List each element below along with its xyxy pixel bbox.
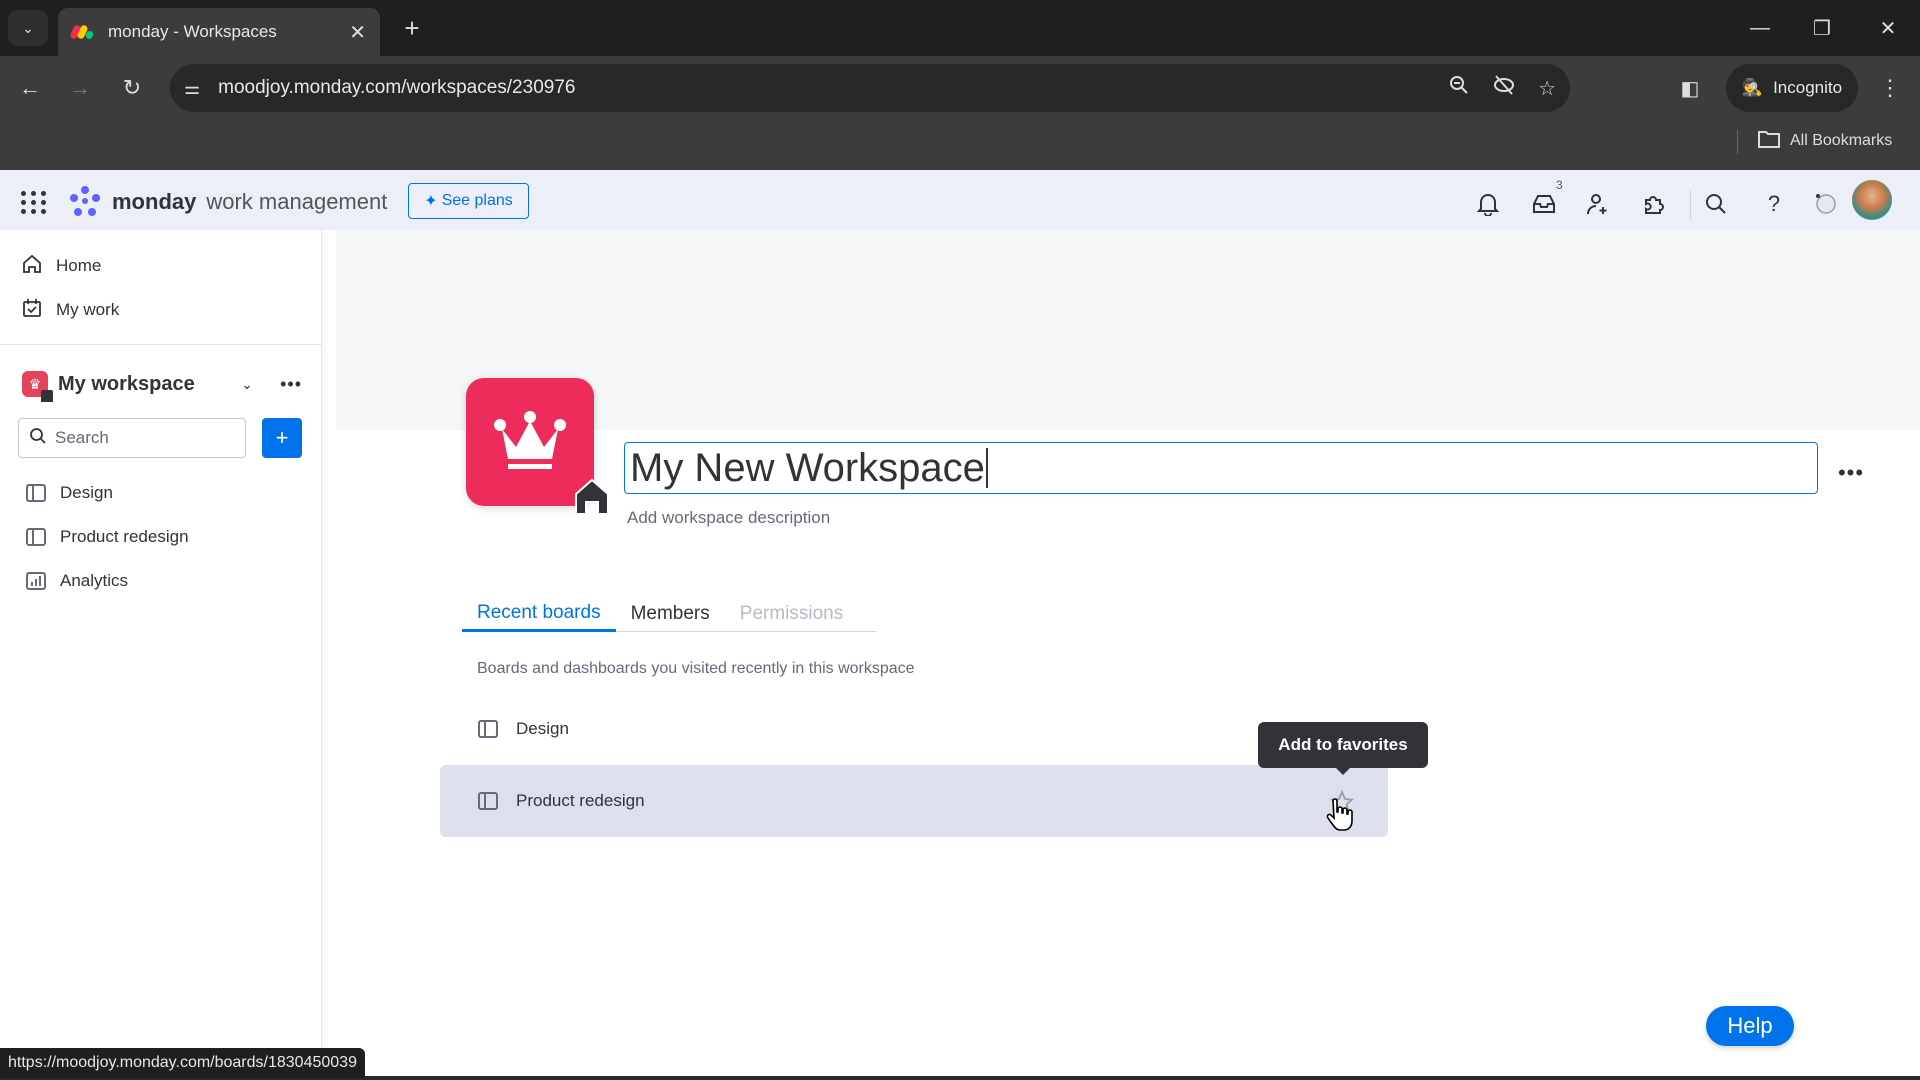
apps-grid-icon[interactable] <box>20 188 48 216</box>
add-item-button[interactable]: + <box>262 418 302 458</box>
sidebar-item-home[interactable]: Home <box>22 248 101 284</box>
zoom-icon[interactable] <box>1448 74 1470 102</box>
help-button[interactable]: Help <box>1706 1006 1794 1046</box>
more-options-icon[interactable]: ••• <box>1836 458 1866 488</box>
search-icon <box>29 427 47 450</box>
reload-icon[interactable]: ↻ <box>114 70 150 106</box>
puzzle-icon[interactable] <box>1636 186 1672 222</box>
workspace-description-input[interactable]: Add workspace description <box>627 508 830 528</box>
close-icon[interactable]: ✕ <box>349 20 366 45</box>
url-text[interactable]: moodjoy.monday.com/workspaces/230976 <box>218 77 1426 99</box>
tab-members[interactable]: Members <box>616 596 725 632</box>
link-status-bubble: https://moodjoy.monday.com/boards/183045… <box>0 1048 365 1078</box>
window-close-icon[interactable]: ✕ <box>1868 10 1908 46</box>
ai-icon[interactable] <box>1808 186 1844 222</box>
workspace-icon: ♛ <box>22 371 53 402</box>
minimize-icon[interactable]: — <box>1740 10 1780 46</box>
sidebar-item-label: My work <box>56 300 120 319</box>
avatar[interactable] <box>1852 180 1892 220</box>
workspace-title-input[interactable]: My New Workspace <box>624 442 1818 494</box>
board-icon <box>26 528 46 546</box>
kebab-menu-icon[interactable]: ⋮ <box>1878 70 1902 106</box>
favorites-tooltip: Add to favorites <box>1258 722 1428 775</box>
board-icon <box>26 484 46 502</box>
board-name: Design <box>516 719 569 738</box>
all-bookmarks-label: All Bookmarks <box>1790 132 1893 149</box>
search-icon[interactable] <box>1698 186 1734 222</box>
see-plans-button[interactable]: ✦ See plans <box>408 183 529 219</box>
board-icon <box>478 792 498 810</box>
sidebar-search-input[interactable]: Search <box>18 418 246 458</box>
more-options-icon[interactable]: ••• <box>262 374 302 395</box>
sparkle-icon: ✦ <box>424 193 438 210</box>
home-badge-icon <box>41 390 53 402</box>
all-bookmarks-button[interactable]: All Bookmarks <box>1758 126 1892 156</box>
tab-permissions[interactable]: Permissions <box>725 596 858 632</box>
monday-logo[interactable]: monday work management <box>68 182 387 222</box>
incognito-icon: 🕵 <box>1741 78 1764 97</box>
browser-tab[interactable]: monday - Workspaces ✕ <box>58 8 380 56</box>
product-name: work management <box>206 189 388 214</box>
brand-name: monday <box>112 189 197 214</box>
workspace-selector[interactable]: ♛ My workspace ⌄ ••• <box>22 366 302 402</box>
sidebar-item-my-work[interactable]: My work <box>22 292 119 328</box>
side-panel-icon[interactable]: ◧ <box>1676 74 1704 102</box>
home-icon <box>22 254 42 279</box>
recent-board-row[interactable]: Design <box>440 693 1388 765</box>
sidebar-item-label: Analytics <box>60 571 129 590</box>
board-name: Product redesign <box>516 791 645 810</box>
dashboard-icon <box>26 572 46 590</box>
recent-board-row[interactable]: Product redesign <box>440 765 1388 837</box>
sidebar-item-label: Design <box>60 483 113 502</box>
monday-logo-icon <box>70 186 100 216</box>
back-icon[interactable]: ← <box>12 70 48 106</box>
sidebar-item-design[interactable]: Design <box>26 475 113 511</box>
bookmarks-divider <box>1737 130 1738 154</box>
text-caret <box>985 448 988 488</box>
help-icon[interactable]: ? <box>1756 186 1792 222</box>
incognito-indicator[interactable]: 🕵 Incognito <box>1726 64 1858 112</box>
sidebar-item-product-redesign[interactable]: Product redesign <box>26 519 189 555</box>
address-bar[interactable]: ⚌ moodjoy.monday.com/workspaces/230976 ☆ <box>170 64 1570 112</box>
crown-icon <box>494 411 566 469</box>
board-icon <box>478 720 498 738</box>
search-placeholder: Search <box>55 428 109 447</box>
see-plans-label: See plans <box>441 192 513 209</box>
inbox-badge: 3 <box>1556 178 1563 192</box>
tab-description: Boards and dashboards you visited recent… <box>477 660 915 677</box>
incognito-label: Incognito <box>1773 78 1843 97</box>
plus-icon[interactable]: + <box>396 12 428 44</box>
bookmark-star-icon[interactable]: ☆ <box>1538 76 1556 101</box>
restore-icon[interactable]: ❐ <box>1802 10 1842 46</box>
tab-search-icon[interactable]: ⌄ <box>8 10 48 46</box>
bookmarks-bar <box>0 120 1920 170</box>
hand-cursor-icon <box>1324 798 1354 834</box>
invite-member-icon[interactable] <box>1580 186 1616 222</box>
header-divider <box>1690 190 1691 220</box>
bell-icon[interactable] <box>1470 186 1506 222</box>
workspace-tabs: Recent boards Members Permissions <box>462 596 876 632</box>
calendar-check-icon <box>22 298 42 323</box>
workspace-name: My workspace <box>58 372 195 395</box>
monday-favicon <box>69 24 95 41</box>
sidebar-item-analytics[interactable]: Analytics <box>26 563 128 599</box>
sidebar-divider <box>0 344 322 345</box>
sidebar <box>0 230 322 1080</box>
tab-title: monday - Workspaces <box>108 22 277 41</box>
sidebar-item-label: Home <box>56 256 102 275</box>
forward-icon[interactable]: → <box>62 70 98 106</box>
eye-off-icon[interactable] <box>1492 74 1516 102</box>
tab-recent-boards[interactable]: Recent boards <box>462 596 616 632</box>
folder-icon <box>1758 130 1780 153</box>
sidebar-item-label: Product redesign <box>60 527 189 546</box>
workspace-title-text: My New Workspace <box>630 445 985 490</box>
site-settings-icon[interactable]: ⚌ <box>184 78 200 99</box>
chevron-down-icon[interactable]: ⌄ <box>232 376 262 393</box>
home-badge-icon <box>574 478 610 516</box>
